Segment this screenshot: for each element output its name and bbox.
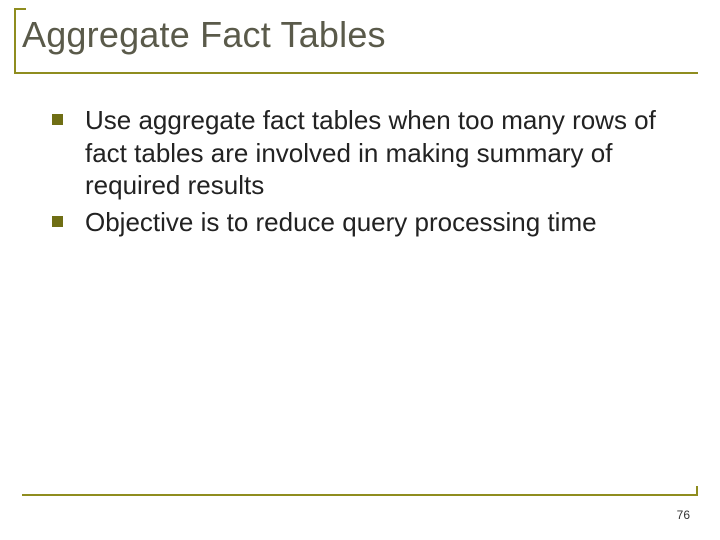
title-region: Aggregate Fact Tables: [22, 14, 698, 66]
square-bullet-icon: [52, 114, 63, 125]
footer-border-right: [696, 486, 698, 496]
slide-body: Use aggregate fact tables when too many …: [22, 104, 698, 238]
title-border-bottom: [14, 72, 698, 74]
list-item: Objective is to reduce query processing …: [52, 206, 678, 239]
list-item: Use aggregate fact tables when too many …: [52, 104, 678, 202]
square-bullet-icon: [52, 216, 63, 227]
bullet-text: Use aggregate fact tables when too many …: [85, 104, 678, 202]
page-number: 76: [677, 508, 690, 522]
footer-border: [22, 494, 698, 496]
slide-title: Aggregate Fact Tables: [22, 14, 698, 56]
bullet-text: Objective is to reduce query processing …: [85, 206, 597, 239]
slide: Aggregate Fact Tables Use aggregate fact…: [0, 0, 720, 540]
title-border-left: [14, 8, 16, 74]
